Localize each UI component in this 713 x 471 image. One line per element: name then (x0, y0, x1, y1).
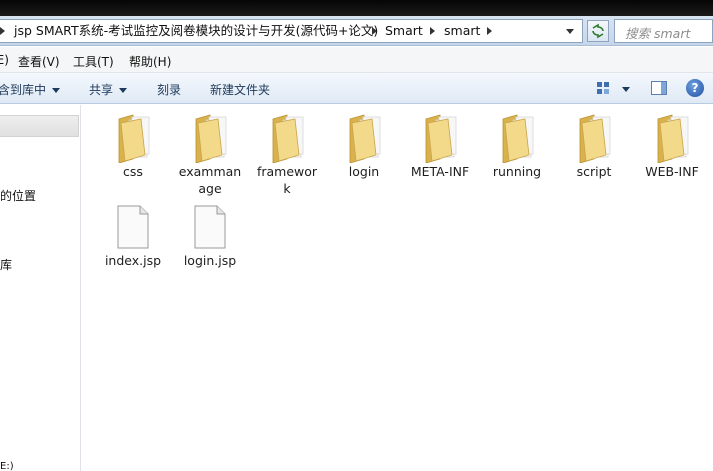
search-placeholder: 搜索 smart (625, 26, 691, 41)
folder-item[interactable]: css (95, 111, 171, 180)
file-item[interactable]: index.jsp (95, 200, 171, 269)
navigation-pane[interactable]: 的位置 库 E:) (0, 105, 81, 471)
item-label: exammanage (178, 164, 242, 196)
nav-item-libraries[interactable]: 库 (0, 256, 12, 273)
search-input[interactable]: 搜索 smart (614, 19, 713, 43)
folder-item[interactable]: script (556, 111, 632, 180)
breadcrumb-separator-icon[interactable] (430, 27, 435, 35)
item-label: WEB-INF (645, 164, 699, 179)
file-icon (113, 200, 153, 252)
breadcrumb-project[interactable]: jsp SMART系统-考试监控及阅卷模块的设计与开发(源代码+论文) (14, 20, 378, 42)
view-options-chevron-icon[interactable] (622, 87, 630, 92)
folder-item[interactable]: running (479, 111, 555, 180)
chevron-down-icon (52, 88, 61, 93)
chevron-down-icon (119, 88, 128, 93)
folder-icon (574, 111, 614, 164)
item-label: running (492, 164, 542, 179)
folder-item[interactable]: WEB-INF (634, 111, 710, 180)
folder-item[interactable]: META-INF (402, 111, 478, 180)
preview-pane-icon[interactable] (651, 81, 667, 95)
share-label: 共享 (89, 83, 114, 97)
file-icon (190, 200, 230, 252)
folder-item[interactable]: framework (249, 111, 325, 197)
address-dropdown-icon[interactable] (566, 29, 574, 34)
item-label: framework (256, 164, 318, 196)
breadcrumb-smart-parent[interactable]: Smart (385, 20, 423, 42)
folder-icon (420, 111, 460, 164)
folder-icon (267, 111, 307, 164)
folder-item[interactable]: login (326, 111, 402, 180)
item-label: META-INF (410, 164, 470, 179)
burn-button[interactable]: 刻录 (157, 81, 181, 98)
menu-edit-partial[interactable]: (E) (0, 53, 9, 67)
refresh-icon (592, 23, 604, 39)
address-bar[interactable]: jsp SMART系统-考试监控及阅卷模块的设计与开发(源代码+论文) Smar… (0, 19, 583, 43)
breadcrumb-smart-current[interactable]: smart (444, 20, 480, 42)
nav-item-drive[interactable]: E:) (0, 461, 14, 471)
folder-item[interactable]: exammanage (172, 111, 248, 197)
folder-icon (113, 111, 153, 164)
folder-icon (497, 111, 537, 164)
window-top-strip (0, 0, 713, 16)
folder-icon (344, 111, 384, 164)
help-icon[interactable]: ? (686, 79, 704, 97)
menu-tools[interactable]: 工具(T) (73, 53, 114, 70)
file-list[interactable]: css exammanage framework login META-INF runni… (82, 105, 713, 471)
item-label: index.jsp (104, 253, 162, 268)
include-in-library-label: 含到库中 (0, 83, 47, 97)
view-options-icon[interactable] (597, 82, 610, 94)
menu-help[interactable]: 帮助(H) (129, 53, 171, 70)
menu-view[interactable]: 查看(V) (18, 53, 60, 70)
folder-icon (652, 111, 692, 164)
folder-icon (190, 111, 230, 164)
breadcrumb-separator-icon[interactable] (487, 27, 492, 35)
item-label: script (576, 164, 612, 179)
address-bar-row: jsp SMART系统-考试监控及阅卷模块的设计与开发(源代码+论文) Smar… (0, 16, 713, 46)
include-in-library-button[interactable]: 含到库中 (0, 81, 61, 98)
nav-selected-item[interactable] (0, 115, 79, 137)
breadcrumb-separator-icon[interactable] (372, 27, 377, 35)
breadcrumb-separator-icon[interactable] (0, 27, 5, 35)
share-button[interactable]: 共享 (89, 81, 128, 98)
refresh-button[interactable] (587, 20, 609, 42)
item-label: login.jsp (183, 253, 237, 268)
nav-item-locations[interactable]: 的位置 (0, 187, 36, 204)
menu-bar: (E) 查看(V) 工具(T) 帮助(H) (0, 47, 713, 73)
item-label: login (348, 164, 380, 179)
item-label: css (123, 164, 143, 179)
command-bar: 含到库中 共享 刻录 新建文件夹 ? (0, 73, 713, 104)
file-item[interactable]: login.jsp (172, 200, 248, 269)
new-folder-button[interactable]: 新建文件夹 (210, 81, 270, 98)
